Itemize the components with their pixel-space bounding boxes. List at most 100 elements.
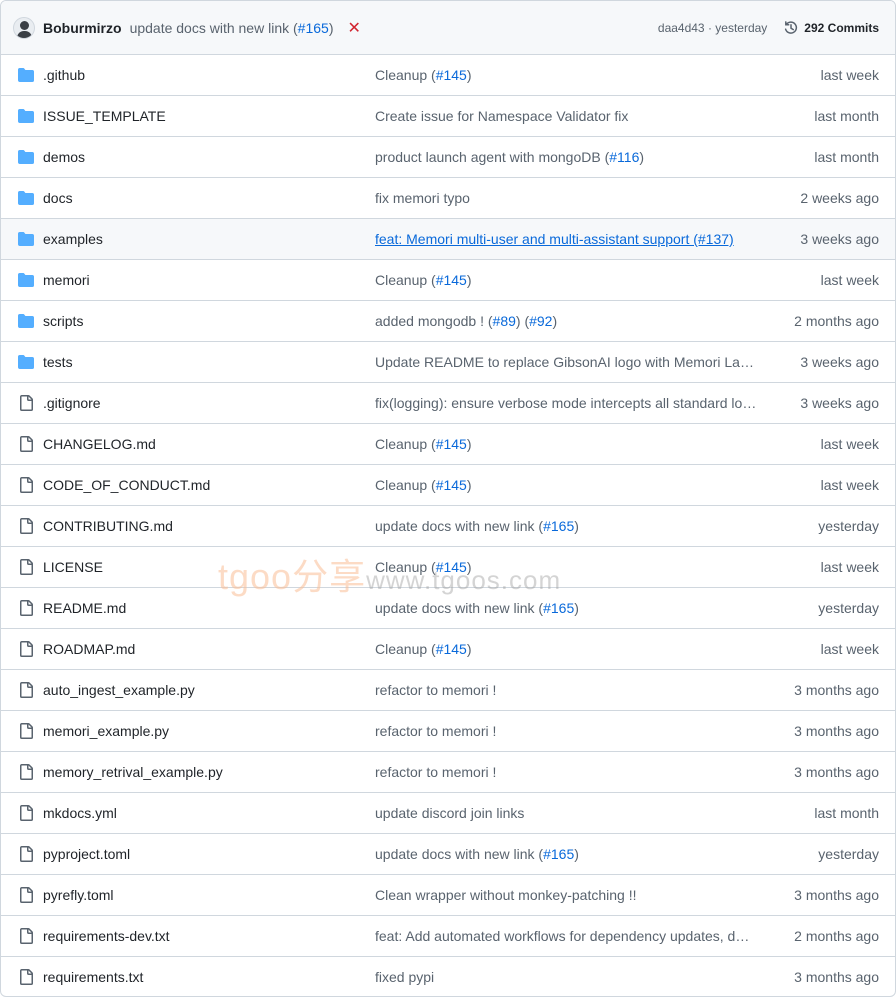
file-name[interactable]: ROADMAP.md bbox=[43, 641, 135, 657]
file-row-memori-example-py[interactable]: memori_example.py refactor to memori ! 3 m… bbox=[1, 711, 895, 752]
commit-message-close: ) bbox=[328, 19, 334, 36]
commit-message[interactable]: refactor to memori ! bbox=[375, 764, 757, 780]
file-name[interactable]: memori bbox=[43, 272, 90, 288]
commit-message[interactable]: feat: Add automated workflows for depend… bbox=[375, 928, 757, 944]
commit-message[interactable]: update discord join links bbox=[375, 805, 757, 821]
file-row-pyrefly-toml[interactable]: pyrefly.toml Clean wrapper without monkey… bbox=[1, 875, 895, 916]
file-row-mkdocs-yml[interactable]: mkdocs.yml update discord join links last … bbox=[1, 793, 895, 834]
commit-message[interactable]: update docs with new link (#165) bbox=[375, 600, 757, 616]
file-name[interactable]: CONTRIBUTING.md bbox=[43, 518, 173, 534]
file-name[interactable]: scripts bbox=[43, 313, 83, 329]
file-name[interactable]: auto_ingest_example.py bbox=[43, 682, 195, 698]
file-row-contributing-md[interactable]: CONTRIBUTING.md update docs with new link… bbox=[1, 506, 895, 547]
file-row-code-of-conduct-md[interactable]: CODE_OF_CONDUCT.md Cleanup (#145) last wee… bbox=[1, 465, 895, 506]
folder-icon bbox=[18, 149, 34, 165]
file-list: .github Cleanup (#145) last week ISSUE_TEMP… bbox=[1, 55, 895, 996]
file-browser: Boburmirzo update docs with new link (#1… bbox=[0, 0, 896, 997]
commit-message[interactable]: update docs with new link (#165) bbox=[375, 846, 757, 862]
file-row-github[interactable]: .github Cleanup (#145) last week bbox=[1, 55, 895, 96]
file-row-tests[interactable]: tests Update README to replace GibsonAI l… bbox=[1, 342, 895, 383]
commit-date: 3 months ago bbox=[794, 682, 879, 698]
commit-date: last week bbox=[820, 559, 879, 575]
file-name[interactable]: CODE_OF_CONDUCT.md bbox=[43, 477, 210, 493]
commit-message[interactable]: Cleanup (#145) bbox=[375, 641, 757, 657]
file-name[interactable]: memory_retrival_example.py bbox=[43, 764, 223, 780]
folder-icon bbox=[18, 313, 34, 329]
x-icon[interactable]: ✕ bbox=[347, 18, 360, 38]
history-icon bbox=[785, 20, 798, 34]
file-row-gitignore[interactable]: .gitignore fix(logging): ensure verbose m… bbox=[1, 383, 895, 424]
commit-date: last week bbox=[820, 67, 879, 83]
file-name[interactable]: memori_example.py bbox=[43, 723, 169, 739]
file-icon bbox=[18, 436, 34, 452]
commit-date: last week bbox=[820, 477, 879, 493]
commit-message[interactable]: Cleanup (#145) bbox=[375, 67, 757, 83]
commit-date: 3 weeks ago bbox=[800, 395, 879, 411]
file-name[interactable]: demos bbox=[43, 149, 85, 165]
commit-date: 2 weeks ago bbox=[800, 190, 879, 206]
commit-message[interactable]: fix memori typo bbox=[375, 190, 757, 206]
commit-date: 2 months ago bbox=[794, 313, 879, 329]
folder-icon bbox=[18, 272, 34, 288]
file-row-memory-retrival-example-py[interactable]: memory_retrival_example.py refactor to me… bbox=[1, 752, 895, 793]
file-name[interactable]: pyproject.toml bbox=[43, 846, 130, 862]
file-row-requirements-dev-txt[interactable]: requirements-dev.txt feat: Add automated … bbox=[1, 916, 895, 957]
commit-message[interactable]: product launch agent with mongoDB (#116) bbox=[375, 149, 757, 165]
commit-author[interactable]: Boburmirzo bbox=[43, 20, 122, 36]
folder-icon bbox=[18, 67, 34, 83]
file-row-changelog-md[interactable]: CHANGELOG.md Cleanup (#145) last week bbox=[1, 424, 895, 465]
file-row-docs[interactable]: docs fix memori typo 2 weeks ago bbox=[1, 178, 895, 219]
file-row-examples[interactable]: examples feat: Memori multi-user and mult… bbox=[1, 219, 895, 260]
file-name[interactable]: .github bbox=[43, 67, 85, 83]
file-name[interactable]: LICENSE bbox=[43, 559, 103, 575]
commit-message[interactable]: Create issue for Namespace Validator fix bbox=[375, 108, 757, 124]
file-name[interactable]: README.md bbox=[43, 600, 126, 616]
commit-message-text[interactable]: update docs with new link ( bbox=[130, 20, 298, 36]
file-name[interactable]: mkdocs.yml bbox=[43, 805, 117, 821]
file-row-issue-template[interactable]: ISSUE_TEMPLATE Create issue for Namespace… bbox=[1, 96, 895, 137]
file-name[interactable]: pyrefly.toml bbox=[43, 887, 114, 903]
commit-date: 2 months ago bbox=[794, 928, 879, 944]
commits-count: 292 Commits bbox=[804, 20, 879, 35]
avatar[interactable] bbox=[13, 16, 35, 39]
file-row-demos[interactable]: demos product launch agent with mongoDB (… bbox=[1, 137, 895, 178]
file-name[interactable]: requirements-dev.txt bbox=[43, 928, 170, 944]
commit-sha-time[interactable]: daa4d43 · yesterday bbox=[658, 21, 767, 35]
file-name[interactable]: CHANGELOG.md bbox=[43, 436, 156, 452]
commit-message[interactable]: Cleanup (#145) bbox=[375, 436, 757, 452]
file-name[interactable]: docs bbox=[43, 190, 73, 206]
commit-message[interactable]: fix(logging): ensure verbose mode interc… bbox=[375, 395, 757, 411]
commit-message[interactable]: added mongodb ! (#89) (#92) bbox=[375, 313, 757, 329]
latest-commit-message[interactable]: update docs with new link (#165) bbox=[130, 20, 334, 36]
folder-icon bbox=[18, 108, 34, 124]
file-icon bbox=[18, 395, 34, 411]
commit-message[interactable]: Cleanup (#145) bbox=[375, 272, 757, 288]
file-row-readme-md[interactable]: README.md update docs with new link (#165… bbox=[1, 588, 895, 629]
commit-date: yesterday bbox=[818, 518, 879, 534]
commit-date: 3 months ago bbox=[794, 764, 879, 780]
commit-message[interactable]: Cleanup (#145) bbox=[375, 477, 757, 493]
file-row-license[interactable]: LICENSE Cleanup (#145) last week bbox=[1, 547, 895, 588]
file-row-requirements-txt[interactable]: requirements.txt fixed pypi 3 months ago bbox=[1, 957, 895, 996]
file-row-pyproject-toml[interactable]: pyproject.toml update docs with new link … bbox=[1, 834, 895, 875]
commits-link[interactable]: 292 Commits bbox=[783, 20, 879, 36]
commit-message[interactable]: refactor to memori ! bbox=[375, 723, 757, 739]
commit-message[interactable]: Cleanup (#145) bbox=[375, 559, 757, 575]
commit-message[interactable]: fixed pypi bbox=[375, 969, 757, 985]
commit-message[interactable]: refactor to memori ! bbox=[375, 682, 757, 698]
commit-message[interactable]: update docs with new link (#165) bbox=[375, 518, 757, 534]
commit-message[interactable]: Update README to replace GibsonAI logo w… bbox=[375, 354, 757, 370]
file-icon bbox=[18, 723, 34, 739]
commit-pr-link[interactable]: #165 bbox=[298, 20, 329, 36]
commit-message[interactable]: feat: Memori multi-user and multi-assist… bbox=[375, 231, 757, 247]
file-row-memori[interactable]: memori Cleanup (#145) last week bbox=[1, 260, 895, 301]
file-name[interactable]: .gitignore bbox=[43, 395, 101, 411]
file-name[interactable]: tests bbox=[43, 354, 73, 370]
file-name[interactable]: examples bbox=[43, 231, 103, 247]
commit-message[interactable]: Clean wrapper without monkey-patching !! bbox=[375, 887, 757, 903]
file-row-roadmap-md[interactable]: ROADMAP.md Cleanup (#145) last week bbox=[1, 629, 895, 670]
file-row-auto-ingest-example-py[interactable]: auto_ingest_example.py refactor to memori… bbox=[1, 670, 895, 711]
file-name[interactable]: requirements.txt bbox=[43, 969, 143, 985]
file-name[interactable]: ISSUE_TEMPLATE bbox=[43, 108, 166, 124]
file-row-scripts[interactable]: scripts added mongodb ! (#89) (#92) 2 mont… bbox=[1, 301, 895, 342]
